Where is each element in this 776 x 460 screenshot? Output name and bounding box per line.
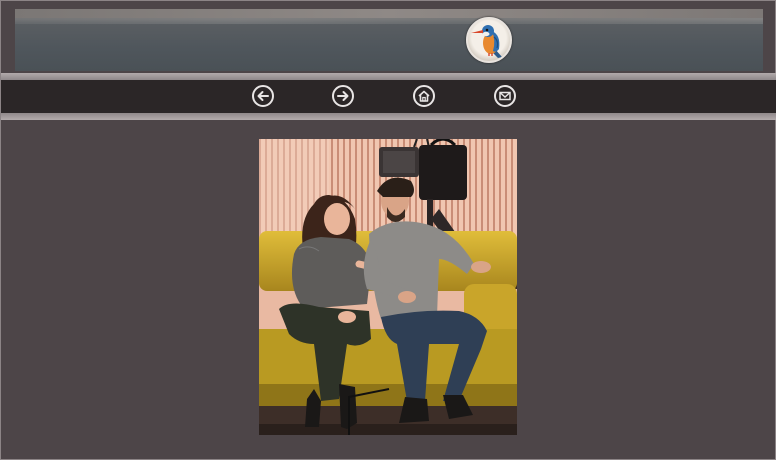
mail-button[interactable]	[494, 85, 516, 107]
banner-shoreline	[15, 18, 763, 24]
bottom-separator	[1, 113, 776, 120]
home-icon	[418, 90, 430, 102]
top-separator	[1, 73, 776, 80]
banner-sky	[15, 9, 763, 18]
forward-button[interactable]	[332, 85, 354, 107]
envelope-icon	[499, 91, 511, 101]
page-frame	[0, 0, 776, 460]
arrow-right-icon	[337, 91, 349, 101]
navigation-bar	[1, 80, 776, 113]
home-button[interactable]	[413, 85, 435, 107]
arrow-left-icon	[257, 91, 269, 101]
kingfisher-logo-icon[interactable]	[466, 17, 512, 63]
main-photo	[259, 139, 517, 435]
header-banner	[15, 9, 763, 71]
back-button[interactable]	[252, 85, 274, 107]
